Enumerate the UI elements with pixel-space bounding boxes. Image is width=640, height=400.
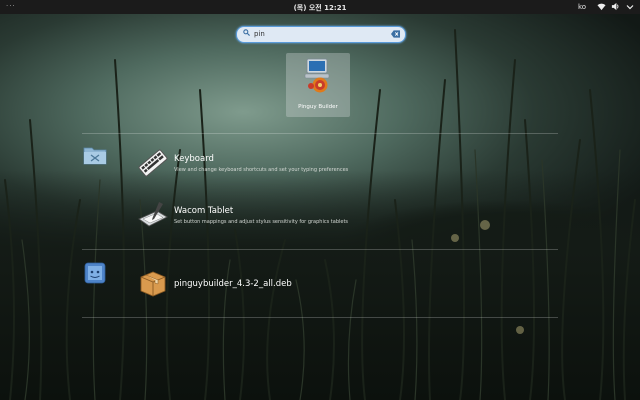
wacom-tablet-icon [138, 202, 168, 227]
search-input[interactable] [254, 28, 384, 40]
search-icon [243, 29, 250, 36]
app-result-label: Pinguy Builder [298, 104, 338, 110]
clock[interactable]: (목) 오전 12:21 [0, 3, 640, 13]
app-result-pinguy-builder[interactable]: Pinguy Builder [286, 53, 350, 117]
result-description: View and change keyboard shortcuts and s… [174, 167, 349, 173]
keyboard-icon [138, 149, 168, 177]
search-bar[interactable] [236, 26, 406, 43]
input-language-indicator[interactable]: ko [578, 3, 586, 11]
result-title: Wacom Tablet [174, 206, 234, 216]
volume-icon[interactable] [611, 2, 620, 11]
system-menu-arrow-icon[interactable] [626, 3, 634, 11]
section-divider [82, 133, 558, 134]
wifi-icon[interactable] [597, 2, 606, 11]
settings-provider-icon[interactable] [83, 144, 107, 166]
result-description: Set button mappings and adjust stylus se… [174, 219, 349, 225]
top-bar: ··· (목) 오전 12:21 ko [0, 0, 640, 14]
files-provider-icon[interactable] [84, 262, 106, 284]
result-title: Keyboard [174, 154, 214, 164]
package-icon [140, 271, 166, 297]
clear-search-icon[interactable] [391, 30, 400, 38]
section-divider [82, 249, 558, 250]
pinguy-builder-icon [304, 58, 330, 93]
section-divider [82, 317, 558, 318]
result-title: pinguybuilder_4.3-2_all.deb [174, 279, 292, 289]
